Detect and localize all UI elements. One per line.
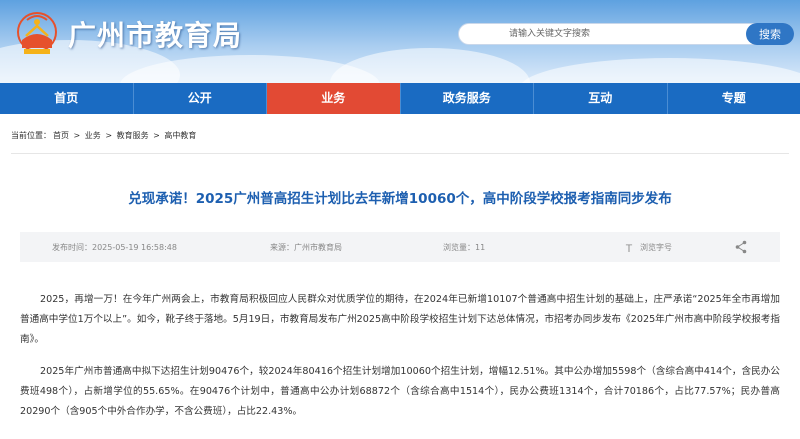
search-button[interactable]: 搜索 bbox=[746, 23, 794, 45]
source-label: 来源： bbox=[270, 243, 294, 252]
share-icon[interactable] bbox=[735, 240, 747, 254]
breadcrumb-link[interactable]: 业务 bbox=[85, 131, 101, 140]
article-body: 2025，再增一万！在今年广州两会上，市教育局积极回应人民群众对优质学位的期待，… bbox=[20, 290, 780, 434]
header-cloud bbox=[330, 48, 530, 83]
article-title: 兑现承诺！2025广州普高招生计划比去年新增10060个，高中阶段学校报考指南同… bbox=[128, 191, 672, 207]
nav-item-business[interactable]: 业务 bbox=[267, 83, 401, 114]
source-value: 广州市教育局 bbox=[294, 243, 342, 252]
main-content: 当前位置： 首页 > 业务 > 教育服务 > 高中教育 兑现承诺！2025广州普高… bbox=[0, 114, 800, 439]
site-header: 广州市教育局 搜索 bbox=[0, 0, 800, 83]
breadcrumb-prefix: 当前位置： bbox=[11, 131, 51, 140]
view-count: 浏览量：11 bbox=[443, 242, 485, 253]
breadcrumb-separator: > bbox=[105, 131, 113, 140]
site-title[interactable]: 广州市教育局 bbox=[68, 14, 242, 54]
article-source: 来源：广州市教育局 bbox=[270, 242, 342, 253]
breadcrumb-link[interactable]: 高中教育 bbox=[164, 131, 196, 140]
nav-item-interaction[interactable]: 互动 bbox=[534, 83, 668, 114]
breadcrumb-divider bbox=[11, 153, 789, 154]
nav-item-home[interactable]: 首页 bbox=[0, 83, 134, 114]
breadcrumb-link[interactable]: 首页 bbox=[53, 131, 69, 140]
nav-item-government-services[interactable]: 政务服务 bbox=[401, 83, 534, 114]
breadcrumb-link[interactable]: 教育服务 bbox=[117, 131, 149, 140]
view-count-label: 浏览量： bbox=[443, 243, 475, 252]
font-size-button[interactable]: 浏览字号 bbox=[640, 242, 672, 253]
search-input[interactable] bbox=[469, 25, 739, 43]
article-meta-bar: 发布时间：2025-05-19 16:58:48 来源：广州市教育局 浏览量：1… bbox=[20, 232, 780, 262]
publish-time-label: 发布时间： bbox=[52, 243, 92, 252]
publish-time: 发布时间：2025-05-19 16:58:48 bbox=[52, 242, 177, 253]
header-cloud bbox=[520, 58, 800, 83]
article-paragraph: 2025，再增一万！在今年广州两会上，市教育局积极回应人民群众对优质学位的期待，… bbox=[20, 294, 780, 345]
breadcrumb: 当前位置： 首页 > 业务 > 教育服务 > 高中教育 bbox=[11, 130, 198, 141]
breadcrumb-separator: > bbox=[73, 131, 81, 140]
article-paragraph: 2025年广州市普通高中拟下达招生计划90476个，较2024年80416个招生… bbox=[20, 366, 780, 417]
font-size-icon[interactable]: Ｔ bbox=[624, 240, 634, 255]
main-nav: 首页 公开 业务 政务服务 互动 专题 bbox=[0, 83, 800, 114]
nav-item-public[interactable]: 公开 bbox=[134, 83, 267, 114]
search-box: 搜索 bbox=[458, 23, 794, 45]
breadcrumb-separator: > bbox=[153, 131, 160, 140]
publish-time-value: 2025-05-19 16:58:48 bbox=[92, 243, 177, 252]
education-bureau-logo[interactable] bbox=[14, 10, 60, 58]
nav-item-topics[interactable]: 专题 bbox=[668, 83, 800, 114]
view-count-value: 11 bbox=[475, 243, 486, 252]
